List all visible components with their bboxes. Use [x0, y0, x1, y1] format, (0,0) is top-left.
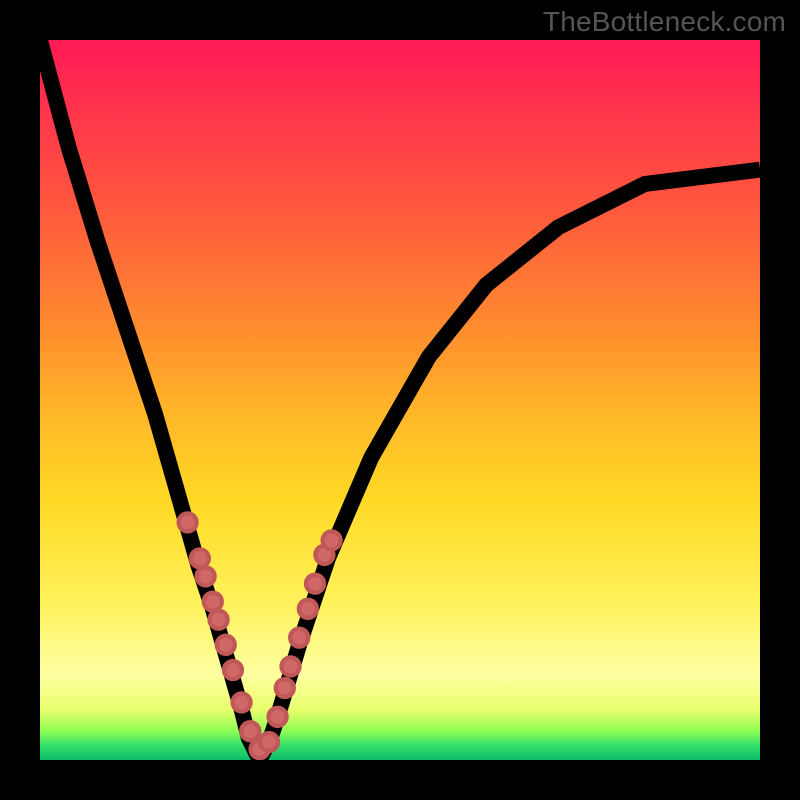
highlight-point [179, 513, 197, 531]
plot-area [40, 40, 760, 760]
watermark-text: TheBottleneck.com [543, 6, 786, 38]
highlight-points-group [179, 513, 341, 758]
highlight-point [197, 567, 215, 585]
highlight-point [204, 593, 222, 611]
chart-svg [40, 40, 760, 760]
highlight-point [282, 657, 300, 675]
highlight-point [269, 708, 287, 726]
highlight-point [210, 611, 228, 629]
highlight-point [276, 679, 294, 697]
highlight-point [260, 733, 278, 751]
highlight-point [299, 600, 317, 618]
bottleneck-curve [40, 40, 760, 753]
highlight-point [217, 636, 235, 654]
highlight-point [233, 693, 251, 711]
highlight-point [224, 661, 242, 679]
highlight-point [323, 531, 341, 549]
highlight-point [290, 629, 308, 647]
highlight-point [191, 549, 209, 567]
highlight-point [306, 575, 324, 593]
chart-container: TheBottleneck.com [0, 0, 800, 800]
highlight-point [241, 722, 259, 740]
